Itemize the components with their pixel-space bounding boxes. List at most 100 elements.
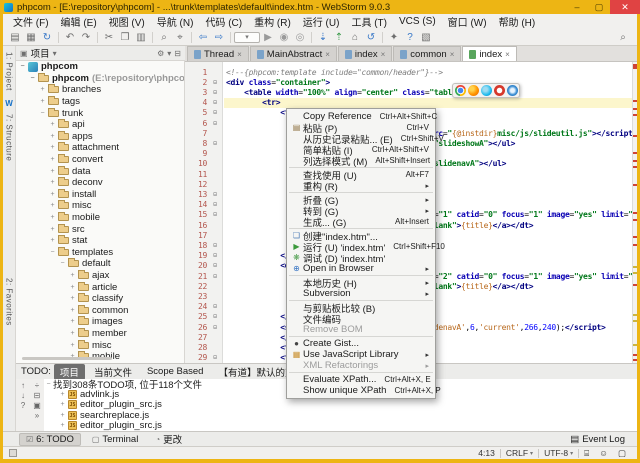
tree-row[interactable]: + misc xyxy=(16,200,184,212)
error-stripe-mark[interactable] xyxy=(633,236,637,238)
editor-line[interactable]: 3 ⊟ <table width="100%" align="center" cl… xyxy=(185,87,632,97)
tree-expand-handle[interactable]: + xyxy=(48,179,57,186)
context-menu-item[interactable]: ⊕ Open in Browser ▸ xyxy=(287,263,435,274)
tree-row[interactable]: + misc xyxy=(16,339,184,351)
error-stripe-mark[interactable] xyxy=(633,160,637,162)
tree-expand-handle[interactable]: + xyxy=(48,191,57,198)
toolwindow-toggle-icon[interactable] xyxy=(9,449,17,457)
tree-expand-handle[interactable]: + xyxy=(68,272,77,279)
todo-file-row[interactable]: + JS editor_plugin_src.js xyxy=(44,420,637,431)
context-menu-item[interactable]: 生成... (G) Alt+Insert xyxy=(287,216,435,229)
tree-row[interactable]: − trunk xyxy=(16,107,184,119)
error-stripe-mark[interactable] xyxy=(633,266,637,268)
opera-browser-icon[interactable] xyxy=(493,85,505,96)
back-icon[interactable]: ⇦ xyxy=(195,32,211,43)
tree-row[interactable]: − phpcom (E:\repository\phpcom) xyxy=(16,72,184,85)
synchronize-icon[interactable]: ↻ xyxy=(39,32,55,43)
tree-expand-handle[interactable]: + xyxy=(68,307,77,314)
vcs-revert-icon[interactable]: ↺ xyxy=(363,32,379,43)
tree-expand-handle[interactable]: + xyxy=(68,318,77,325)
editor-tab[interactable]: index × xyxy=(462,46,517,61)
error-stripe-mark[interactable] xyxy=(633,135,637,137)
line-separator-widget[interactable]: CRLF ▾ xyxy=(501,448,538,458)
tree-row[interactable]: + tags xyxy=(16,96,184,108)
group-by-icon[interactable]: ÷ xyxy=(35,381,39,390)
tree-collapse-handle[interactable]: − xyxy=(28,75,37,82)
tree-row[interactable]: + common xyxy=(16,304,184,316)
stripe-button-project[interactable]: 1: Project xyxy=(5,52,14,91)
tree-expand-handle[interactable]: + xyxy=(48,133,57,140)
save-all-icon[interactable]: ▦ xyxy=(23,32,39,43)
fold-marker-icon[interactable]: ⊟ xyxy=(207,79,223,86)
fold-marker-icon[interactable]: ⊟ xyxy=(207,324,223,331)
tree-row[interactable]: + convert xyxy=(16,154,184,166)
error-stripe-mark[interactable] xyxy=(633,344,637,346)
tree-row[interactable]: + deconv xyxy=(16,177,184,189)
context-menu-item[interactable]: ● Create Gist... xyxy=(287,338,435,349)
minimize-button[interactable]: – xyxy=(566,0,588,14)
tree-row[interactable]: + data xyxy=(16,165,184,177)
caret-position[interactable]: 4:13 xyxy=(473,448,500,458)
error-stripe-mark[interactable] xyxy=(633,100,637,102)
menubar-item[interactable]: 文件 (F) xyxy=(7,14,55,29)
error-stripe-mark[interactable] xyxy=(633,166,637,168)
toolwindow-button-terminal[interactable]: ▢ Terminal xyxy=(86,433,144,446)
error-stripe-mark[interactable] xyxy=(633,184,637,186)
todo-filter-tab[interactable]: Scope Based xyxy=(141,365,210,378)
project-structure-icon[interactable]: ▧ xyxy=(418,32,434,43)
tree-expand-handle[interactable]: + xyxy=(58,422,67,429)
tree-expand-handle[interactable]: + xyxy=(48,214,57,221)
tree-row[interactable]: + images xyxy=(16,316,184,328)
error-stripe-mark[interactable] xyxy=(633,314,637,316)
gear-dropdown-icon[interactable]: ▾ xyxy=(167,49,171,58)
run-icon[interactable]: ▶ xyxy=(260,32,276,43)
tree-expand-handle[interactable]: + xyxy=(58,391,67,398)
tree-expand-handle[interactable]: + xyxy=(68,342,77,349)
editor-line[interactable]: 2 ⊟ <div class="container"> xyxy=(185,77,632,87)
next-todo-icon[interactable]: ↓ xyxy=(21,391,25,400)
tree-row[interactable]: − phpcom xyxy=(16,61,184,73)
fold-marker-icon[interactable]: ⊟ xyxy=(207,354,223,361)
editor-line[interactable]: 1 <!--{phpcom:template include="common/he… xyxy=(185,67,632,77)
editor-line[interactable]: 4 ⊟ <tr> xyxy=(185,98,632,108)
error-stripe-mark[interactable] xyxy=(633,212,637,214)
error-stripe-mark[interactable] xyxy=(633,108,637,110)
fold-marker-icon[interactable]: ⊟ xyxy=(207,201,223,208)
error-stripe-mark[interactable] xyxy=(633,359,637,361)
fold-marker-icon[interactable]: ⊟ xyxy=(207,109,223,116)
tree-expand-handle[interactable]: + xyxy=(68,330,77,337)
tree-row[interactable]: + ajax xyxy=(16,269,184,282)
profile-icon[interactable]: ◎ xyxy=(292,32,308,43)
context-menu-item[interactable]: ▦ Use JavaScript Library ▸ xyxy=(287,349,435,360)
error-stripe-mark[interactable] xyxy=(633,219,637,221)
error-stripe-mark[interactable] xyxy=(633,114,637,116)
context-menu-item[interactable]: ❋ 调试 (D) 'index.htm' xyxy=(287,252,435,265)
fold-marker-icon[interactable]: ⊟ xyxy=(207,140,223,147)
tree-expand-handle[interactable]: + xyxy=(38,86,47,93)
menubar-item[interactable]: 窗口 (W) xyxy=(442,14,493,29)
tree-expand-handle[interactable]: + xyxy=(48,168,57,175)
vcs-update-icon[interactable]: ⇣ xyxy=(315,32,331,43)
tree-row[interactable]: + member xyxy=(16,327,184,340)
help-icon[interactable]: ? xyxy=(21,401,25,410)
tree-expand-handle[interactable]: + xyxy=(48,121,57,128)
tree-horizontal-scrollbar[interactable] xyxy=(22,357,112,360)
context-menu-item[interactable]: 重构 (R) ▸ xyxy=(287,180,435,193)
firefox-browser-icon[interactable] xyxy=(467,85,479,96)
fold-marker-icon[interactable]: ⊟ xyxy=(207,211,223,218)
tree-collapse-handle[interactable]: − xyxy=(38,110,47,117)
tree-row[interactable]: + attachment xyxy=(16,142,184,154)
tree-expand-handle[interactable]: + xyxy=(38,98,47,105)
tree-row[interactable]: + classify xyxy=(16,293,184,305)
cut-icon[interactable]: ✂ xyxy=(101,32,117,43)
fold-marker-icon[interactable]: ⊟ xyxy=(207,99,223,106)
fold-marker-icon[interactable]: ⊟ xyxy=(207,252,223,259)
readonly-lock-icon[interactable]: ⌸ xyxy=(579,448,594,459)
event-log-button[interactable]: ▤ Event Log xyxy=(570,434,625,445)
hide-side-icon[interactable]: » xyxy=(35,411,39,420)
tree-expand-handle[interactable]: + xyxy=(48,237,57,244)
fold-marker-icon[interactable]: ⊟ xyxy=(207,313,223,320)
menubar-item[interactable]: 视图 (V) xyxy=(103,14,151,29)
encoding-widget[interactable]: UTF-8 ▾ xyxy=(539,448,578,458)
tree-expand-handle[interactable]: + xyxy=(68,295,77,302)
